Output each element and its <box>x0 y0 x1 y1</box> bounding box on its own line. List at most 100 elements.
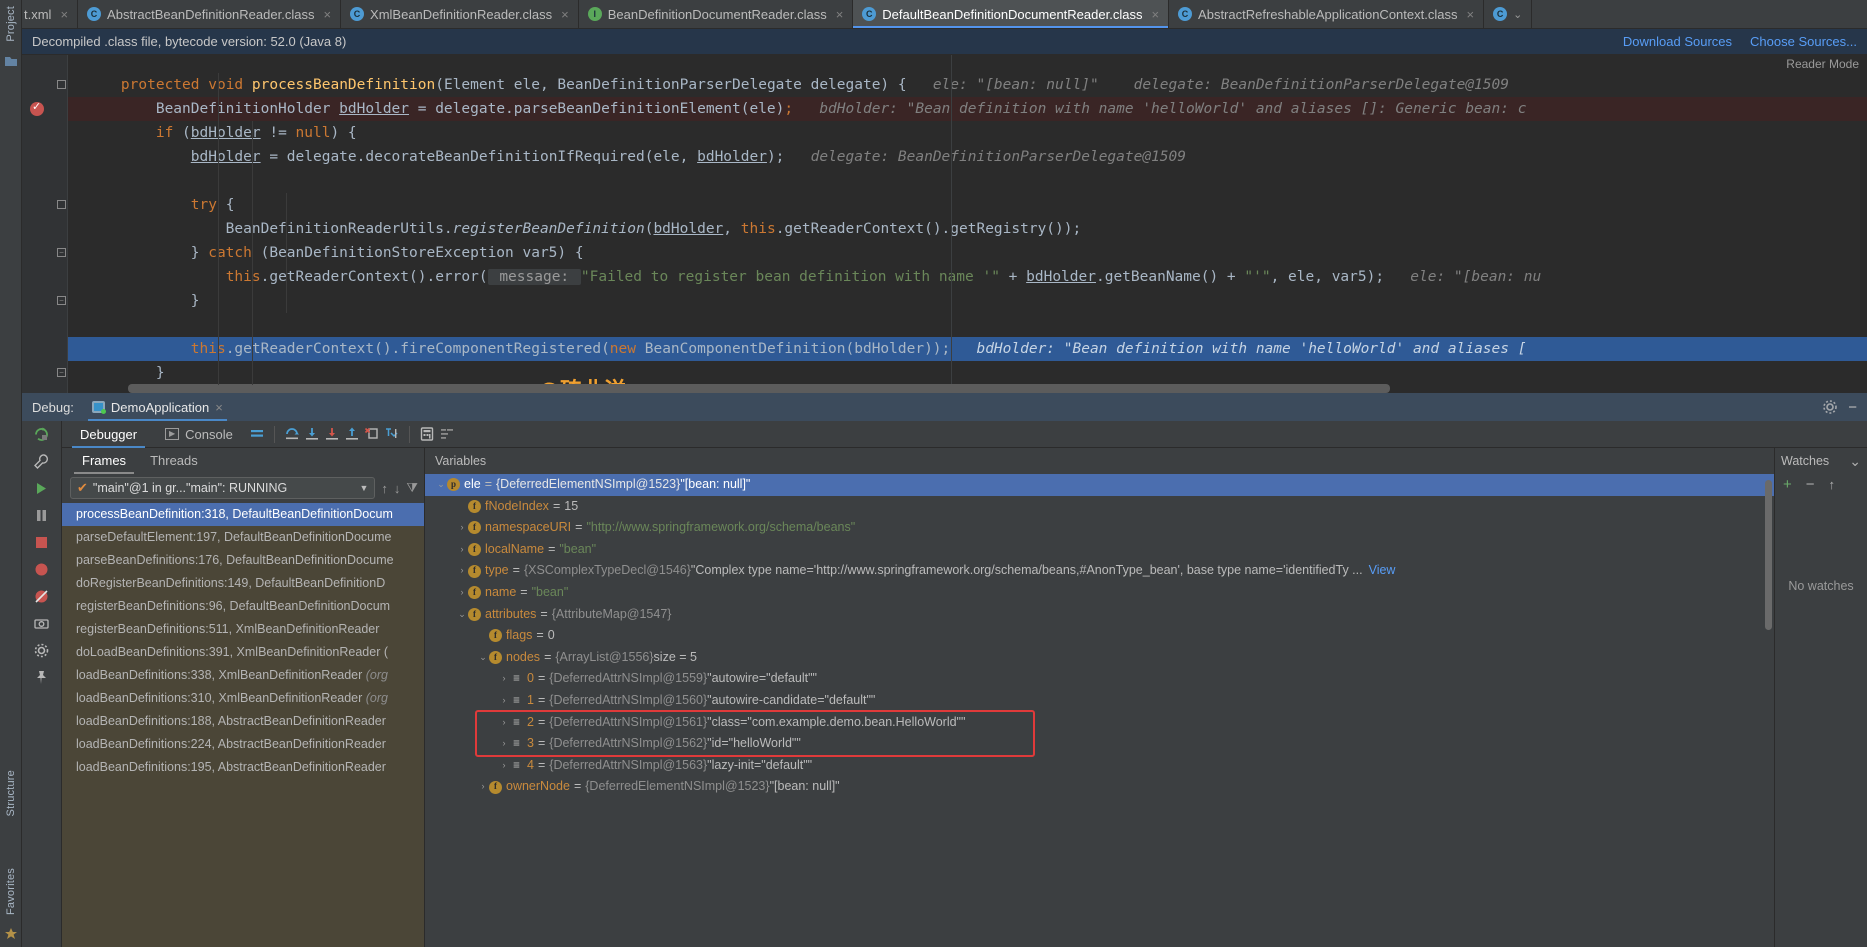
editor-horizontal-scrollbar[interactable] <box>114 384 1867 393</box>
fold-marker-icon[interactable]: − <box>57 296 66 305</box>
fold-marker-icon[interactable]: − <box>57 248 66 257</box>
variable-row[interactable]: f fNodeIndex = 15 <box>425 496 1774 518</box>
variables-tree[interactable]: ⌄ p ele = {DeferredElementNSImpl@1523} "[bea… <box>425 474 1774 947</box>
code-line[interactable] <box>68 169 1867 193</box>
editor-tab-1[interactable]: C AbstractBeanDefinitionReader.class × <box>78 0 342 28</box>
close-icon[interactable]: × <box>561 7 569 22</box>
variable-row[interactable]: ⌄ f nodes = {ArrayList@1556} size = 5 <box>425 647 1774 669</box>
code-line[interactable] <box>68 313 1867 337</box>
choose-sources-link[interactable]: Choose Sources... <box>1750 34 1857 49</box>
move-watch-up-button[interactable]: ↑ <box>1829 477 1836 492</box>
sidebar-item-project[interactable]: Project <box>5 0 17 48</box>
close-icon[interactable]: × <box>323 7 331 22</box>
code-line[interactable]: } catch (BeanDefinitionStoreException va… <box>68 241 1867 265</box>
code-line[interactable]: BeanDefinitionReaderUtils.registerBeanDe… <box>68 217 1867 241</box>
view-link[interactable]: View <box>1369 560 1396 582</box>
variable-row[interactable]: › f ownerNode = {DeferredElementNSImpl@1523}… <box>425 776 1774 798</box>
close-icon[interactable]: × <box>1466 7 1474 22</box>
variable-row[interactable]: ⌄ p ele = {DeferredElementNSImpl@1523} "[bea… <box>425 474 1774 496</box>
add-watch-button[interactable]: + <box>1783 476 1792 493</box>
favorites-icon[interactable] <box>3 926 19 942</box>
frame-row[interactable]: parseDefaultElement:197, DefaultBeanDefi… <box>62 526 424 549</box>
frame-row[interactable]: registerBeanDefinitions:511, XmlBeanDefi… <box>62 618 424 641</box>
fold-marker-icon[interactable] <box>57 80 66 89</box>
fold-marker-icon[interactable]: − <box>57 368 66 377</box>
editor-tab-4[interactable]: C DefaultBeanDefinitionDocumentReader.cl… <box>853 0 1170 28</box>
stop-program-icon[interactable] <box>33 533 51 551</box>
editor-tab-overflow[interactable]: C ⌄ <box>1484 0 1533 28</box>
mute-breakpoints-icon[interactable] <box>33 587 51 605</box>
project-icon[interactable] <box>3 53 19 69</box>
editor-tab-0[interactable]: t.xml × <box>22 0 79 28</box>
layout-settings-icon[interactable] <box>247 424 267 444</box>
variable-row[interactable]: › f name = "bean" <box>425 582 1774 604</box>
close-icon[interactable]: × <box>1151 7 1159 22</box>
code-editor[interactable]: − − − } this.getReaderContext().fireCompon… <box>22 55 1867 393</box>
run-configuration-tab[interactable]: DemoApplication × <box>84 393 231 421</box>
fold-marker-icon[interactable] <box>57 200 66 209</box>
sidebar-item-favorites[interactable]: Favorites <box>5 862 17 921</box>
variable-row[interactable]: f flags = 0 <box>425 625 1774 647</box>
step-out-icon[interactable] <box>342 424 362 444</box>
close-icon[interactable]: × <box>60 7 68 22</box>
chevron-down-icon[interactable]: ⌄ <box>435 474 447 496</box>
code-line[interactable]: this.getReaderContext().fireComponentReg… <box>68 337 1867 361</box>
editor-tab-2[interactable]: C XmlBeanDefinitionReader.class × <box>341 0 579 28</box>
variables-scrollbar[interactable] <box>1765 480 1772 630</box>
chevron-right-icon[interactable]: › <box>498 733 510 755</box>
variable-row[interactable]: › ≡ 0 = {DeferredAttrNSImpl@1559} "autowire=… <box>425 668 1774 690</box>
drop-frame-icon[interactable] <box>362 424 382 444</box>
editor-gutter[interactable] <box>22 55 54 393</box>
chevron-down-icon[interactable]: ▼ <box>359 483 368 493</box>
breakpoint-icon[interactable] <box>30 100 44 116</box>
frame-row[interactable]: processBeanDefinition:318, DefaultBeanDe… <box>62 503 424 526</box>
run-to-cursor-icon[interactable] <box>382 424 402 444</box>
force-step-into-icon[interactable] <box>322 424 342 444</box>
chevron-right-icon[interactable]: › <box>498 755 510 777</box>
code-line[interactable]: try { <box>68 193 1867 217</box>
rerun-icon[interactable] <box>33 425 51 443</box>
resume-program-icon[interactable] <box>33 479 51 497</box>
frame-row[interactable]: doLoadBeanDefinitions:391, XmlBeanDefini… <box>62 641 424 664</box>
subtab-frames[interactable]: Frames <box>70 448 138 474</box>
editor-fold-gutter[interactable]: − − − <box>54 55 68 393</box>
editor-tab-bar[interactable]: t.xml × C AbstractBeanDefinitionReader.c… <box>22 0 1867 29</box>
debugger-tab-row[interactable]: Debugger ▶ Console <box>62 421 1867 448</box>
variable-row[interactable]: › ≡ 4 = {DeferredAttrNSImpl@1563} "lazy-init… <box>425 755 1774 777</box>
arrow-up-icon[interactable]: ↑ <box>381 481 388 496</box>
frame-row[interactable]: loadBeanDefinitions:310, XmlBeanDefiniti… <box>62 687 424 710</box>
chevron-right-icon[interactable]: › <box>456 539 468 561</box>
close-icon[interactable]: × <box>215 400 223 415</box>
chevron-right-icon[interactable]: › <box>498 690 510 712</box>
code-line[interactable]: bdHolder = delegate.decorateBeanDefiniti… <box>68 145 1867 169</box>
variable-row[interactable]: › f type = {XSComplexTypeDecl@1546} "Complex… <box>425 560 1774 582</box>
frame-row[interactable]: doRegisterBeanDefinitions:149, DefaultBe… <box>62 572 424 595</box>
frames-subtabs[interactable]: Frames Threads <box>62 448 424 474</box>
sidebar-item-structure[interactable]: Structure <box>5 764 17 822</box>
chevron-right-icon[interactable]: › <box>456 517 468 539</box>
variable-row[interactable]: › ≡ 3 = {DeferredAttrNSImpl@1562} "id="hello… <box>425 733 1774 755</box>
frame-row[interactable]: loadBeanDefinitions:338, XmlBeanDefiniti… <box>62 664 424 687</box>
code-line[interactable]: } <box>68 289 1867 313</box>
close-icon[interactable]: × <box>836 7 844 22</box>
code-line[interactable]: this.getReaderContext().error( message: … <box>68 265 1867 289</box>
chevron-right-icon[interactable]: › <box>456 560 468 582</box>
arrow-down-icon[interactable]: ↓ <box>394 481 401 496</box>
variable-row[interactable]: ⌄ f attributes = {AttributeMap@1547} <box>425 604 1774 626</box>
code-line[interactable]: protected void processBeanDefinition(Ele… <box>68 73 1867 97</box>
tab-console[interactable]: ▶ Console <box>151 421 247 448</box>
show-types-icon[interactable] <box>437 424 457 444</box>
variable-row[interactable]: › ≡ 1 = {DeferredAttrNSImpl@1560} "autowire-… <box>425 690 1774 712</box>
pause-program-icon[interactable] <box>33 506 51 524</box>
frame-row[interactable]: registerBeanDefinitions:96, DefaultBeanD… <box>62 595 424 618</box>
view-breakpoints-icon[interactable] <box>33 560 51 578</box>
code-line[interactable]: BeanDefinitionHolder bdHolder = delegate… <box>68 97 1867 121</box>
debug-actions-toolbar[interactable] <box>22 421 62 947</box>
thread-selector[interactable]: ✔ "main"@1 in gr..."main": RUNNING ▼ <box>70 477 376 499</box>
variable-row[interactable]: › f localName = "bean" <box>425 539 1774 561</box>
chevron-right-icon[interactable]: › <box>498 712 510 734</box>
code-text-area[interactable]: } this.getReaderContext().fireComponentR… <box>68 55 1867 393</box>
code-line[interactable]: if (bdHolder != null) { <box>68 121 1867 145</box>
evaluate-expression-icon[interactable] <box>417 424 437 444</box>
camera-icon[interactable] <box>33 614 51 632</box>
